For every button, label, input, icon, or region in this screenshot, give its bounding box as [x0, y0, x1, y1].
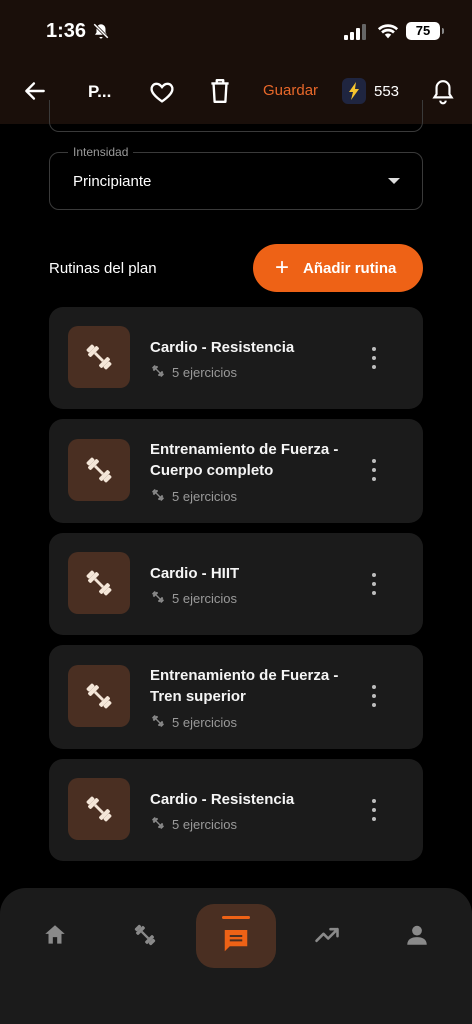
routine-title: Cardio - Resistencia [150, 339, 295, 356]
more-options-icon[interactable] [369, 685, 379, 707]
dumbbell-icon [68, 326, 130, 388]
routine-exercise-count: 5 ejercicios [172, 817, 238, 832]
nav-trending-icon[interactable] [312, 920, 342, 950]
dumbbell-icon [68, 778, 130, 840]
save-button[interactable]: Guardar [263, 82, 318, 99]
intensity-value: Principiante [73, 173, 152, 190]
exercise-count-icon [150, 487, 166, 506]
wifi-icon [377, 24, 399, 39]
routine-meta: 5 ejercicios [150, 363, 237, 382]
dumbbell-icon [68, 439, 130, 501]
exercise-count-icon [150, 713, 166, 732]
plus-icon: + [275, 254, 290, 281]
notification-bell-icon[interactable] [430, 78, 456, 106]
nav-person-icon[interactable] [402, 920, 432, 950]
intensity-select[interactable]: Intensidad Principiante [49, 145, 423, 210]
routine-meta: 5 ejercicios [150, 589, 237, 608]
signal-icon [344, 24, 366, 40]
more-options-icon[interactable] [369, 573, 379, 595]
routine-meta: 5 ejercicios [150, 815, 237, 834]
more-options-icon[interactable] [369, 459, 379, 481]
nav-chat-icon[interactable] [196, 904, 276, 968]
routine-exercise-count: 5 ejercicios [172, 365, 238, 380]
routine-card[interactable]: Cardio - HIIT 5 ejercicios [49, 533, 423, 635]
routine-exercise-count: 5 ejercicios [172, 715, 238, 730]
routine-card[interactable]: Entrenamiento de Fuerza - Cuerpo complet… [49, 419, 423, 523]
previous-field[interactable] [49, 100, 423, 132]
add-routine-button[interactable]: + Añadir rutina [253, 244, 423, 292]
status-bar: 1:36 75 [0, 0, 472, 64]
routine-title: Cardio - HIIT [150, 565, 240, 582]
credits-value: 553 [374, 82, 400, 100]
dropdown-caret-icon [388, 178, 400, 184]
exercise-count-icon [150, 589, 166, 608]
back-arrow-icon[interactable] [22, 78, 48, 104]
routine-exercise-count: 5 ejercicios [172, 489, 238, 504]
routine-exercise-count: 5 ejercicios [172, 591, 238, 606]
dumbbell-icon [68, 552, 130, 614]
routine-card[interactable]: Cardio - Resistencia 5 ejercicios [49, 759, 423, 861]
nav-home-icon[interactable] [40, 920, 70, 950]
routine-card[interactable]: Entrenamiento de Fuerza - Tren superior 5… [49, 645, 423, 749]
dumbbell-icon [68, 665, 130, 727]
routine-title: Entrenamiento de Fuerza - Cuerpo complet… [150, 441, 339, 479]
status-time: 1:36 [46, 20, 87, 42]
exercise-count-icon [150, 815, 166, 834]
bell-off-icon [93, 23, 109, 39]
bottom-nav [0, 888, 472, 1024]
battery-indicator: 75 [406, 22, 444, 40]
more-options-icon[interactable] [369, 347, 379, 369]
routine-title: Entrenamiento de Fuerza - Tren superior [150, 667, 339, 705]
routines-section-label: Rutinas del plan [49, 260, 157, 277]
page-title: P... [88, 82, 112, 101]
nav-dumbbell-icon[interactable] [130, 920, 160, 950]
more-options-icon[interactable] [369, 799, 379, 821]
routine-meta: 5 ejercicios [150, 487, 237, 506]
exercise-count-icon [150, 363, 166, 382]
routine-card[interactable]: Cardio - Resistencia 5 ejercicios [49, 307, 423, 409]
routine-title: Cardio - Resistencia [150, 791, 295, 808]
add-routine-label: Añadir rutina [303, 259, 397, 277]
intensity-label: Intensidad [68, 145, 134, 159]
routine-meta: 5 ejercicios [150, 713, 237, 732]
